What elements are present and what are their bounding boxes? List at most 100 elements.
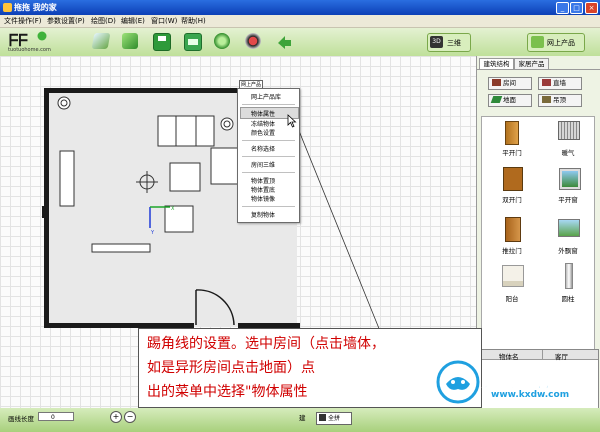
context-menu: 网上产品库 物体属性 冻结物体 颜色设置 名称选择 房间三维 物体置顶 物体置底… (237, 88, 300, 223)
wall-length-label: 画线长度 (8, 415, 34, 423)
view-3d-icon: 3D (430, 36, 443, 48)
item-balcony-label: 阳台 (505, 295, 519, 303)
ctx-freeze-object[interactable]: 冻结物体 (251, 119, 275, 128)
layer-label: 建 (299, 414, 306, 422)
toolbar: ᖴᖴ tuotuohome.com 3D 三维 网上产品 (0, 28, 600, 57)
component-list: 平开门 暖气 双开门 平开窗 推拉门 外飘窗 阳台 圆柱 (481, 116, 595, 370)
cabinet-left (59, 150, 75, 207)
ctx-separator (242, 140, 295, 141)
annotation-box: 踢角线的设置。选中房间（点击墙体， 如是异形房间点击地面）点 出的菜单中选择"物… (138, 328, 482, 408)
menu-draw[interactable]: 绘图(D) (91, 16, 116, 26)
ctx-separator (242, 172, 295, 173)
item-column-label: 圆柱 (561, 295, 575, 303)
ctx-separator (242, 104, 295, 105)
title-bar: 拖拖 我的家 _ □ × (0, 0, 600, 15)
fit-label: 全拼 (328, 415, 341, 422)
menu-params[interactable]: 参数设置(P) (47, 16, 85, 26)
zoom-out-icon[interactable]: − (124, 411, 136, 423)
mouse-cursor-icon (287, 114, 297, 128)
save-icon[interactable] (153, 33, 171, 51)
fit-button[interactable]: 全拼 (316, 412, 352, 425)
category-ceiling-label: 吊顶 (553, 96, 566, 104)
column-icon[interactable] (565, 263, 573, 289)
app-icon (3, 3, 12, 12)
category-floor-button[interactable]: 地面 (488, 94, 532, 107)
floor-icon (490, 96, 503, 103)
annotation-line-3: 出的菜单中选择"物体属性 (147, 384, 308, 400)
record-icon[interactable] (245, 33, 261, 49)
item-casement-window-label: 平开窗 (558, 196, 578, 204)
logo-domain: tuotuohome.com (8, 47, 51, 53)
arrow-icon[interactable] (276, 33, 292, 49)
tuotuo-logo: ᖴᖴ tuotuohome.com (8, 30, 62, 54)
item-bay-window-label: 外飘窗 (558, 247, 578, 255)
green-book-icon[interactable] (122, 33, 138, 49)
radiator-icon[interactable] (558, 121, 580, 140)
tab-home-products[interactable]: 家居产品 (514, 58, 549, 69)
category-wall-button[interactable]: 直墙 (538, 77, 582, 90)
ctx-send-bottom[interactable]: 物体置底 (251, 185, 275, 194)
menu-bar: 文件操作(F) 参数设置(P) 绘图(D) 编辑(E) 窗口(W) 帮助(H) (0, 15, 600, 28)
double-door-icon[interactable] (503, 167, 523, 191)
armchair-3 (164, 205, 194, 233)
ctx-online-library[interactable]: 网上产品库 (251, 92, 281, 101)
tab-building-structure[interactable]: 建筑结构 (479, 58, 514, 69)
category-ceiling-button[interactable]: 吊顶 (538, 94, 582, 107)
ctx-separator (242, 156, 295, 157)
bay-window-icon[interactable] (558, 219, 580, 237)
sliding-door-icon[interactable] (505, 217, 521, 242)
close-button[interactable]: × (585, 2, 598, 14)
category-floor-label: 地面 (503, 96, 516, 104)
counter-bottom (91, 243, 151, 253)
svg-text:X: X (171, 206, 175, 212)
open-book-icon[interactable] (91, 33, 111, 49)
export-icon[interactable] (184, 33, 202, 51)
menu-file[interactable]: 文件操作(F) (4, 16, 42, 26)
menu-window[interactable]: 窗口(W) (151, 16, 177, 26)
category-room-label: 房间 (503, 79, 516, 87)
lamp-left (57, 96, 71, 110)
item-radiator-label: 暖气 (561, 149, 575, 157)
category-wall-label: 直墙 (553, 79, 566, 87)
menu-help[interactable]: 帮助(H) (181, 16, 206, 26)
sofa-top (157, 115, 215, 147)
item-sliding-door-label: 推拉门 (502, 247, 522, 255)
callout-line (292, 115, 381, 332)
online-products-button[interactable]: 网上产品 (527, 33, 585, 52)
ctx-room-3d[interactable]: 房间三维 (251, 160, 275, 169)
watermark: 开心电玩 www.kxdw.com (436, 354, 596, 418)
annotation-line-1: 踢角线的设置。选中房间（点击墙体， (147, 336, 385, 352)
ctx-separator (242, 206, 295, 207)
view-3d-label: 三维 (447, 39, 461, 47)
wall-length-input[interactable]: 0 (38, 412, 74, 421)
maximize-button[interactable]: □ (570, 2, 583, 14)
swing-door-icon[interactable] (505, 121, 519, 145)
tab-underline (477, 69, 600, 70)
item-swing-door-label: 平开门 (502, 149, 522, 157)
ceiling-icon (542, 96, 551, 103)
wall-window-mark (42, 206, 46, 218)
menu-edit[interactable]: 编辑(E) (121, 16, 145, 26)
ctx-mirror-object[interactable]: 物体镜像 (251, 194, 275, 203)
item-double-door-label: 双开门 (502, 196, 522, 204)
ctx-name-select[interactable]: 名称选择 (251, 144, 275, 153)
annotation-line-2: 如是异形房间点击地面）点 (147, 360, 315, 376)
window-title: 拖拖 我的家 (14, 3, 57, 12)
layout-icon (319, 414, 326, 421)
minimize-button[interactable]: _ (556, 2, 569, 14)
ctx-color-settings[interactable]: 颜色设置 (251, 128, 275, 137)
lamp-right (220, 117, 234, 131)
ctx-object-properties[interactable]: 物体属性 (251, 109, 275, 118)
ctx-bring-top[interactable]: 物体置顶 (251, 176, 275, 185)
casement-window-icon[interactable] (559, 168, 581, 190)
cart-icon (531, 36, 544, 48)
balcony-icon[interactable] (502, 265, 524, 287)
watermark-domain: www.kxdw.com (491, 390, 570, 400)
refresh-icon[interactable] (214, 33, 230, 49)
armchair-1 (169, 162, 201, 192)
ctx-copy-object[interactable]: 复制物体 (251, 210, 275, 219)
view-3d-button[interactable]: 3D 三维 (427, 33, 471, 52)
category-room-button[interactable]: 房间 (488, 77, 532, 90)
zoom-in-icon[interactable]: + (110, 411, 122, 423)
wall-icon (542, 79, 551, 86)
